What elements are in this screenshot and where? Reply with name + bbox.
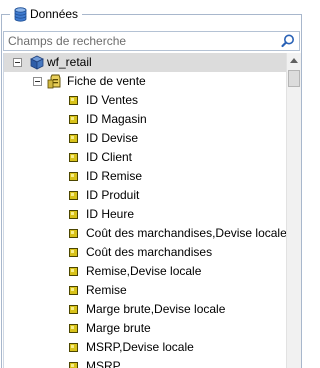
collapse-icon[interactable] [13, 58, 22, 67]
panel-title: Données [30, 7, 79, 21]
field-icon [69, 229, 78, 238]
field-icon [69, 286, 78, 295]
field-icon [69, 343, 78, 352]
tree-item-label: wf_retail [47, 55, 92, 69]
data-tree: wf_retail Fiche de vente ID Ventes ID Mag… [3, 53, 287, 368]
database-icon [14, 7, 27, 22]
field-icon [69, 96, 78, 105]
panel-header: Données [0, 0, 304, 368]
data-panel: Données wf_retail Fiche d [0, 0, 304, 368]
tree-item-label: Marge brute [86, 321, 151, 335]
header-rule-left [2, 14, 10, 15]
header-rule-right [82, 14, 302, 15]
tree-item-label: MSRP,Devise locale [86, 340, 194, 354]
tree-item-label: Remise,Devise locale [86, 264, 202, 278]
tree-item-label: Remise [86, 283, 127, 297]
tree-item-label: ID Ventes [86, 93, 139, 107]
tree-item-label: Coût des marchandises [86, 245, 213, 259]
search-icon[interactable] [279, 33, 297, 49]
search-field[interactable] [3, 31, 300, 51]
field-icon [69, 248, 78, 257]
scroll-up-icon[interactable] [287, 53, 301, 69]
tree-item-label: ID Produit [86, 188, 140, 202]
cube-icon [30, 55, 44, 70]
field-icon [69, 115, 78, 124]
field-icon [69, 153, 78, 162]
collapse-icon[interactable] [33, 77, 42, 86]
tree-item-label: ID Devise [86, 131, 139, 145]
tree-item-label: ID Heure [86, 207, 135, 221]
tree-item-label: ID Client [86, 150, 133, 164]
scroll-thumb[interactable] [288, 70, 300, 87]
vertical-scrollbar[interactable] [286, 53, 301, 368]
field-icon [69, 210, 78, 219]
tree-item-label: Marge brute,Devise locale [86, 302, 226, 316]
field-icon [69, 172, 78, 181]
field-icon [69, 305, 78, 314]
search-input[interactable] [4, 32, 278, 50]
tree-item-label: ID Magasin [86, 112, 147, 126]
tree-item-root[interactable]: wf_retail [4, 53, 287, 72]
tree-item-label: Fiche de vente [67, 74, 146, 88]
field-icon [69, 324, 78, 333]
table-folder-icon [47, 74, 61, 89]
panel-border-left [1, 14, 2, 368]
tree-item-label: ID Remise [86, 169, 143, 183]
tree-item-label: Coût des marchandises,Devise locale [86, 226, 287, 240]
field-icon [69, 267, 78, 276]
field-icon [69, 134, 78, 143]
field-icon [69, 362, 78, 368]
panel-border-right [301, 14, 302, 368]
field-icon [69, 191, 78, 200]
tree-item-label: MSRP [86, 359, 121, 368]
